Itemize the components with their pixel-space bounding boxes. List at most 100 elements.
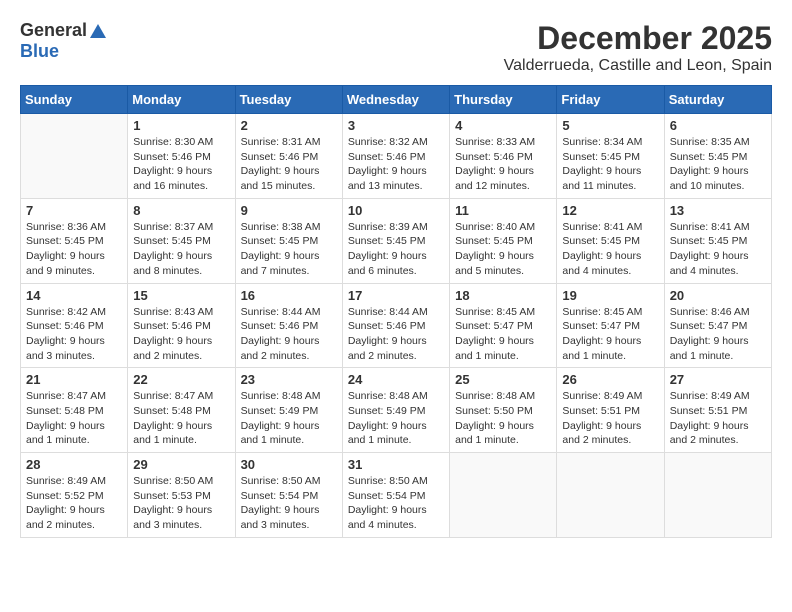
calendar: SundayMondayTuesdayWednesdayThursdayFrid… — [20, 85, 772, 538]
day-cell: 4Sunrise: 8:33 AM Sunset: 5:46 PM Daylig… — [450, 114, 557, 199]
day-number: 10 — [348, 203, 444, 218]
day-number: 14 — [26, 288, 122, 303]
day-cell: 2Sunrise: 8:31 AM Sunset: 5:46 PM Daylig… — [235, 114, 342, 199]
day-cell: 6 Sunrise: 8:35 AM Sunset: 5:45 PM Daylig… — [664, 114, 771, 199]
day-cell: 30Sunrise: 8:50 AM Sunset: 5:54 PM Dayli… — [235, 453, 342, 538]
day-info: Sunrise: 8:45 AM Sunset: 5:47 PM Dayligh… — [455, 305, 551, 364]
day-info: Sunrise: 8:36 AM Sunset: 5:45 PM Dayligh… — [26, 220, 122, 279]
day-cell: 23 Sunrise: 8:48 AM Sunset: 5:49 PM Dayli… — [235, 368, 342, 453]
day-cell: 9 Sunrise: 8:38 AM Sunset: 5:45 PM Daylig… — [235, 198, 342, 283]
logo-icon — [89, 22, 107, 40]
location-title: Valderrueda, Castille and Leon, Spain — [504, 57, 772, 75]
day-info: Sunrise: 8:49 AM Sunset: 5:51 PM Dayligh… — [670, 389, 766, 448]
week-row-1: 1Sunrise: 8:30 AM Sunset: 5:46 PM Daylig… — [21, 114, 772, 199]
day-number: 18 — [455, 288, 551, 303]
day-number: 16 — [241, 288, 337, 303]
day-info: Sunrise: 8:48 AM Sunset: 5:50 PM Dayligh… — [455, 389, 551, 448]
day-cell: 7 Sunrise: 8:36 AM Sunset: 5:45 PM Daylig… — [21, 198, 128, 283]
week-row-4: 21 Sunrise: 8:47 AM Sunset: 5:48 PM Dayli… — [21, 368, 772, 453]
day-info: Sunrise: 8:44 AM Sunset: 5:46 PM Dayligh… — [241, 305, 337, 364]
day-cell: 20Sunrise: 8:46 AM Sunset: 5:47 PM Dayli… — [664, 283, 771, 368]
day-number: 3 — [348, 118, 444, 133]
week-row-2: 7 Sunrise: 8:36 AM Sunset: 5:45 PM Daylig… — [21, 198, 772, 283]
day-cell: 8Sunrise: 8:37 AM Sunset: 5:45 PM Daylig… — [128, 198, 235, 283]
day-info: Sunrise: 8:41 AM Sunset: 5:45 PM Dayligh… — [670, 220, 766, 279]
day-info: Sunrise: 8:48 AM Sunset: 5:49 PM Dayligh… — [241, 389, 337, 448]
day-cell: 11 Sunrise: 8:40 AM Sunset: 5:45 PM Dayli… — [450, 198, 557, 283]
day-cell: 16 Sunrise: 8:44 AM Sunset: 5:46 PM Dayli… — [235, 283, 342, 368]
day-info: Sunrise: 8:39 AM Sunset: 5:45 PM Dayligh… — [348, 220, 444, 279]
logo: General Blue — [20, 20, 107, 62]
day-cell: 28Sunrise: 8:49 AM Sunset: 5:52 PM Dayli… — [21, 453, 128, 538]
day-info: Sunrise: 8:37 AM Sunset: 5:45 PM Dayligh… — [133, 220, 229, 279]
day-info: Sunrise: 8:46 AM Sunset: 5:47 PM Dayligh… — [670, 305, 766, 364]
day-info: Sunrise: 8:47 AM Sunset: 5:48 PM Dayligh… — [133, 389, 229, 448]
day-info: Sunrise: 8:34 AM Sunset: 5:45 PM Dayligh… — [562, 135, 658, 194]
day-info: Sunrise: 8:48 AM Sunset: 5:49 PM Dayligh… — [348, 389, 444, 448]
day-info: Sunrise: 8:50 AM Sunset: 5:54 PM Dayligh… — [348, 474, 444, 533]
day-info: Sunrise: 8:35 AM Sunset: 5:45 PM Dayligh… — [670, 135, 766, 194]
day-info: Sunrise: 8:50 AM Sunset: 5:54 PM Dayligh… — [241, 474, 337, 533]
week-row-5: 28Sunrise: 8:49 AM Sunset: 5:52 PM Dayli… — [21, 453, 772, 538]
day-number: 19 — [562, 288, 658, 303]
day-info: Sunrise: 8:41 AM Sunset: 5:45 PM Dayligh… — [562, 220, 658, 279]
day-cell: 12 Sunrise: 8:41 AM Sunset: 5:45 PM Dayli… — [557, 198, 664, 283]
day-number: 1 — [133, 118, 229, 133]
title-area: December 2025 Valderrueda, Castille and … — [504, 20, 772, 75]
day-number: 25 — [455, 372, 551, 387]
logo-general-text: General — [20, 20, 87, 41]
day-cell: 27 Sunrise: 8:49 AM Sunset: 5:51 PM Dayli… — [664, 368, 771, 453]
day-cell: 5 Sunrise: 8:34 AM Sunset: 5:45 PM Daylig… — [557, 114, 664, 199]
day-number: 21 — [26, 372, 122, 387]
day-cell: 26Sunrise: 8:49 AM Sunset: 5:51 PM Dayli… — [557, 368, 664, 453]
day-cell: 17 Sunrise: 8:44 AM Sunset: 5:46 PM Dayli… — [342, 283, 449, 368]
day-info: Sunrise: 8:47 AM Sunset: 5:48 PM Dayligh… — [26, 389, 122, 448]
day-info: Sunrise: 8:38 AM Sunset: 5:45 PM Dayligh… — [241, 220, 337, 279]
day-number: 13 — [670, 203, 766, 218]
day-number: 28 — [26, 457, 122, 472]
day-cell: 19 Sunrise: 8:45 AM Sunset: 5:47 PM Dayli… — [557, 283, 664, 368]
day-number: 15 — [133, 288, 229, 303]
month-title: December 2025 — [504, 20, 772, 57]
day-info: Sunrise: 8:45 AM Sunset: 5:47 PM Dayligh… — [562, 305, 658, 364]
day-cell: 24 Sunrise: 8:48 AM Sunset: 5:49 PM Dayli… — [342, 368, 449, 453]
day-number: 27 — [670, 372, 766, 387]
day-number: 5 — [562, 118, 658, 133]
day-info: Sunrise: 8:49 AM Sunset: 5:51 PM Dayligh… — [562, 389, 658, 448]
day-info: Sunrise: 8:42 AM Sunset: 5:46 PM Dayligh… — [26, 305, 122, 364]
day-number: 29 — [133, 457, 229, 472]
day-number: 22 — [133, 372, 229, 387]
day-cell: 13 Sunrise: 8:41 AM Sunset: 5:45 PM Dayli… — [664, 198, 771, 283]
weekday-header-saturday: Saturday — [664, 86, 771, 114]
header: General Blue December 2025 Valderrueda, … — [20, 20, 772, 75]
day-cell — [450, 453, 557, 538]
day-info: Sunrise: 8:32 AM Sunset: 5:46 PM Dayligh… — [348, 135, 444, 194]
day-info: Sunrise: 8:43 AM Sunset: 5:46 PM Dayligh… — [133, 305, 229, 364]
day-info: Sunrise: 8:40 AM Sunset: 5:45 PM Dayligh… — [455, 220, 551, 279]
day-info: Sunrise: 8:44 AM Sunset: 5:46 PM Dayligh… — [348, 305, 444, 364]
weekday-header-thursday: Thursday — [450, 86, 557, 114]
day-number: 24 — [348, 372, 444, 387]
weekday-header-sunday: Sunday — [21, 86, 128, 114]
week-row-3: 14 Sunrise: 8:42 AM Sunset: 5:46 PM Dayli… — [21, 283, 772, 368]
day-cell: 22 Sunrise: 8:47 AM Sunset: 5:48 PM Dayli… — [128, 368, 235, 453]
day-number: 4 — [455, 118, 551, 133]
day-cell: 18 Sunrise: 8:45 AM Sunset: 5:47 PM Dayli… — [450, 283, 557, 368]
day-cell: 29 Sunrise: 8:50 AM Sunset: 5:53 PM Dayli… — [128, 453, 235, 538]
weekday-header-friday: Friday — [557, 86, 664, 114]
day-number: 31 — [348, 457, 444, 472]
day-number: 11 — [455, 203, 551, 218]
day-number: 12 — [562, 203, 658, 218]
weekday-header-tuesday: Tuesday — [235, 86, 342, 114]
day-cell: 1Sunrise: 8:30 AM Sunset: 5:46 PM Daylig… — [128, 114, 235, 199]
day-number: 23 — [241, 372, 337, 387]
day-number: 17 — [348, 288, 444, 303]
day-number: 7 — [26, 203, 122, 218]
day-number: 9 — [241, 203, 337, 218]
day-number: 6 — [670, 118, 766, 133]
day-cell: 14 Sunrise: 8:42 AM Sunset: 5:46 PM Dayli… — [21, 283, 128, 368]
day-cell: 3 Sunrise: 8:32 AM Sunset: 5:46 PM Daylig… — [342, 114, 449, 199]
day-cell — [664, 453, 771, 538]
weekday-header-row: SundayMondayTuesdayWednesdayThursdayFrid… — [21, 86, 772, 114]
day-info: Sunrise: 8:50 AM Sunset: 5:53 PM Dayligh… — [133, 474, 229, 533]
